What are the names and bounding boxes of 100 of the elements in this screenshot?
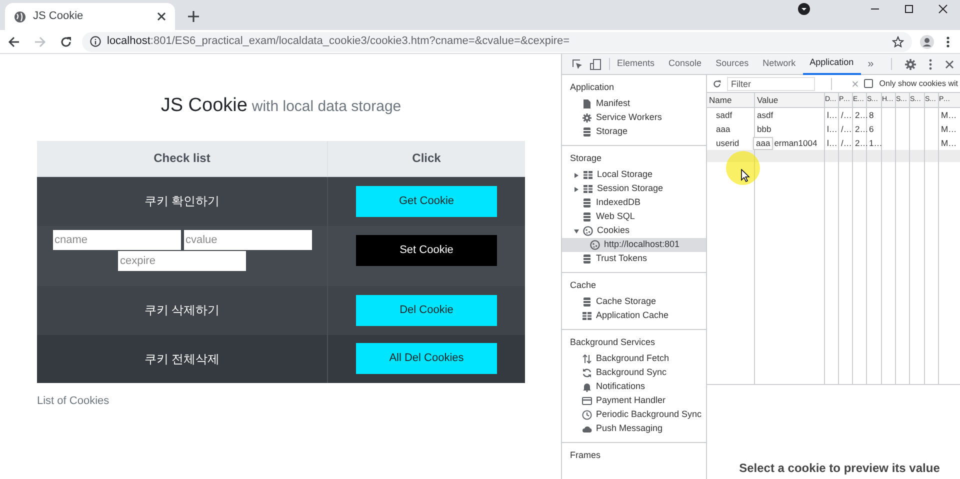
- clock-icon: [582, 410, 592, 420]
- sidebar-item[interactable]: Session Storage: [562, 182, 706, 196]
- tab-title: JS Cookie: [33, 9, 84, 24]
- table-cell: 2…: [855, 108, 868, 122]
- address-field[interactable]: localhost:801/ES6_practical_exam/localdata_cookie3/cookie3.htm?cname=&cvalue=&cexpire=: [82, 32, 912, 52]
- table-cell: l…: [827, 136, 838, 150]
- section-header: Background Services: [569, 336, 656, 350]
- sidebar-item[interactable]: IndexedDB: [562, 196, 706, 210]
- card-icon: [582, 396, 592, 406]
- devtools-tab[interactable]: Application: [802, 54, 861, 74]
- reload-icon[interactable]: [60, 36, 72, 48]
- url-text: localhost:801/ES6_practical_exam/localdata_cookie3/cookie3.htm?cname=&cvalue=&cexpire=: [107, 34, 571, 50]
- cookie-icon: [590, 240, 600, 250]
- star-icon[interactable]: [892, 36, 904, 48]
- database-icon: [582, 297, 592, 307]
- cookie-button[interactable]: Set Cookie: [356, 234, 497, 266]
- gear-icon: [582, 113, 592, 123]
- sidebar-item[interactable]: Periodic Background Sync: [562, 408, 706, 422]
- checkbox-label[interactable]: Only show cookies wit: [879, 78, 960, 90]
- sidebar-item[interactable]: Background Fetch: [562, 352, 706, 366]
- table-cell: 2…: [855, 136, 868, 150]
- caret-right-icon[interactable]: [574, 172, 579, 178]
- cursor-icon: [741, 169, 750, 182]
- sidebar-item[interactable]: Payment Handler: [562, 394, 706, 408]
- row-label: 쿠키 전체삭제: [144, 350, 220, 368]
- table-icon: [583, 170, 593, 180]
- table-cell: sadf: [716, 108, 732, 122]
- table-cell: l…: [827, 122, 838, 136]
- section-header: Application: [569, 81, 616, 94]
- info-icon: [90, 36, 101, 47]
- cookie-button[interactable]: Del Cookie: [356, 294, 497, 326]
- column-header: Check list: [37, 140, 328, 176]
- devtools-tab[interactable]: Console: [662, 54, 709, 74]
- sidebar-item[interactable]: http://localhost:801: [562, 238, 706, 252]
- input-field[interactable]: cexpire: [118, 251, 246, 271]
- dropdown-icon[interactable]: [798, 3, 810, 15]
- devtools-tab[interactable]: Elements: [610, 54, 662, 74]
- filter-field[interactable]: Filter: [727, 76, 816, 90]
- database-icon: [582, 127, 592, 137]
- column-header[interactable]: Name: [707, 93, 755, 107]
- up-down-arrows-icon: [582, 354, 592, 364]
- menu-icon[interactable]: [946, 36, 950, 48]
- inspect-icon[interactable]: [572, 58, 583, 70]
- back-icon[interactable]: [8, 36, 20, 48]
- sidebar-item[interactable]: Web SQL: [562, 210, 706, 224]
- database-icon: [582, 198, 592, 208]
- column-header[interactable]: Value: [755, 93, 825, 107]
- sidebar-item[interactable]: Cache Storage: [562, 295, 706, 309]
- table-icon: [582, 311, 592, 321]
- more-icon[interactable]: [929, 58, 932, 70]
- sidebar-item[interactable]: Cookies: [562, 224, 706, 238]
- checkbox[interactable]: [864, 79, 874, 88]
- sidebar-item[interactable]: Manifest: [562, 97, 706, 111]
- sidebar-item[interactable]: Notifications: [562, 380, 706, 394]
- more-tabs[interactable]: »: [860, 56, 881, 72]
- preview-message: Select a cookie to preview its value: [739, 460, 940, 477]
- sidebar-item[interactable]: Local Storage: [562, 168, 706, 182]
- table-cell: userid: [716, 136, 740, 150]
- table-cell: M…: [941, 108, 957, 122]
- cookie-button[interactable]: All Del Cookies: [356, 343, 497, 374]
- sidebar-item[interactable]: Trust Tokens: [562, 252, 706, 266]
- profile-icon[interactable]: [920, 34, 934, 48]
- database-icon: [582, 212, 592, 222]
- close-icon[interactable]: [945, 60, 954, 68]
- device-icon[interactable]: [590, 58, 601, 70]
- sidebar-item[interactable]: Service Workers: [562, 111, 706, 125]
- cookie-button[interactable]: Get Cookie: [356, 186, 497, 216]
- page-title: JS Cookie: [160, 95, 248, 116]
- table-icon: [583, 184, 593, 194]
- devtools-tab[interactable]: Network: [756, 54, 803, 74]
- settings-icon[interactable]: [905, 58, 916, 70]
- column-header: Click: [411, 150, 442, 167]
- cursor-highlight: [726, 151, 760, 185]
- table-cell: erman1004: [774, 136, 818, 150]
- caret-down-icon[interactable]: [574, 228, 579, 234]
- caret-right-icon[interactable]: [574, 186, 579, 192]
- input-field[interactable]: cvalue: [184, 230, 312, 250]
- table-cell: asdf: [757, 108, 774, 122]
- table-cell: M…: [941, 122, 957, 136]
- reload-icon[interactable]: [713, 78, 722, 88]
- close-icon[interactable]: [938, 4, 948, 14]
- table-cell: M…: [941, 136, 957, 150]
- sidebar-item[interactable]: Push Messaging: [562, 422, 706, 436]
- document-icon: [582, 99, 592, 109]
- clear-icon[interactable]: [852, 80, 858, 88]
- browser-tab[interactable]: JS Cookie: [5, 3, 175, 30]
- sidebar-item[interactable]: Background Sync: [562, 366, 706, 380]
- maximize-icon[interactable]: [904, 4, 914, 14]
- plus-icon[interactable]: [188, 11, 199, 22]
- input-field[interactable]: cname: [52, 230, 180, 250]
- section-header: Storage: [569, 152, 603, 166]
- sidebar-item[interactable]: Application Cache: [562, 309, 706, 323]
- table-cell: /…: [841, 122, 852, 136]
- table-cell: 6: [869, 122, 874, 136]
- sidebar-item[interactable]: Storage: [562, 125, 706, 139]
- devtools-tab[interactable]: Sources: [708, 54, 756, 74]
- close-icon[interactable]: [157, 12, 166, 21]
- table-cell: 1…: [869, 136, 882, 150]
- section-header: Frames: [569, 449, 602, 462]
- bell-icon: [582, 382, 592, 392]
